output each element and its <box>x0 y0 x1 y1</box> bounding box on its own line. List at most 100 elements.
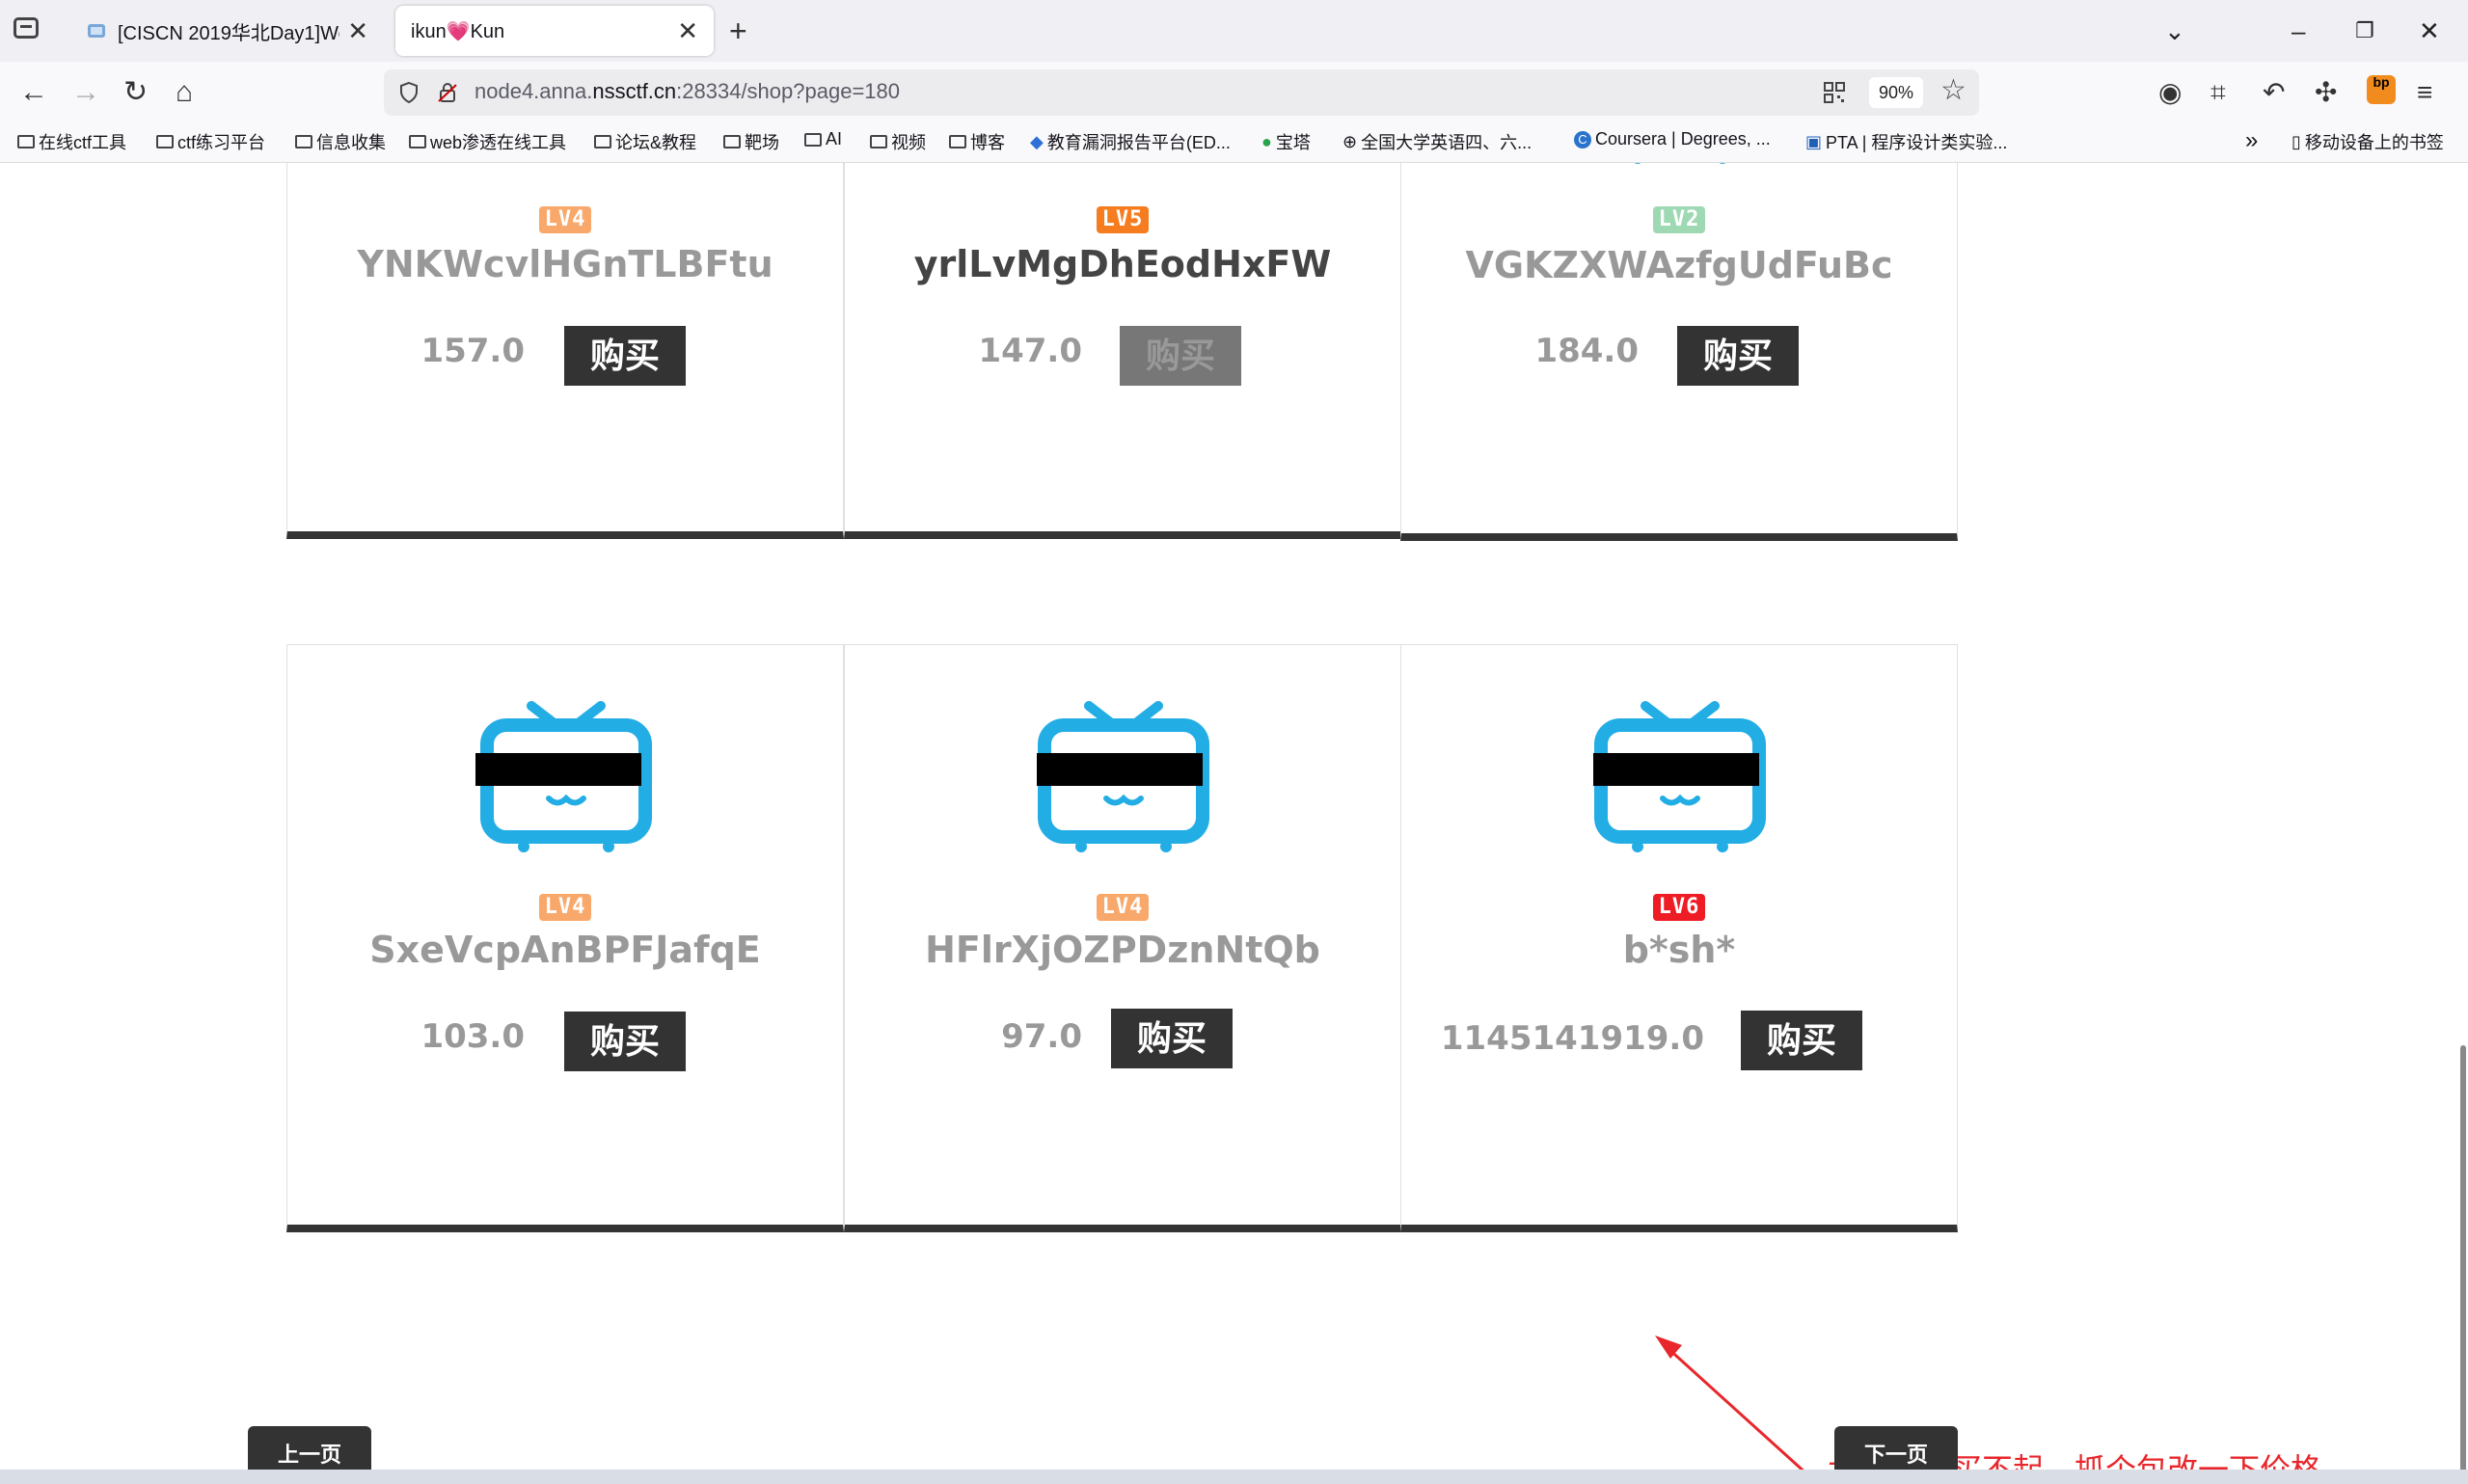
product-card: LV4 HFlrXjOZPDznNtQb 97.0 购买 <box>844 644 1401 1232</box>
scrollbar[interactable] <box>2460 1045 2466 1470</box>
globe-icon: ⊕ <box>1342 131 1358 151</box>
annotation-arrow <box>1655 1336 1804 1470</box>
level-badge: LV4 <box>538 894 592 921</box>
product-card: LV2 VGKZXWAzfgUdFuBc 184.0 购买 <box>1400 163 1958 541</box>
more-bookmarks-icon[interactable]: » <box>2245 127 2258 154</box>
buy-button[interactable]: 购买 <box>1677 326 1799 386</box>
bookmark-folder[interactable]: 视频 <box>870 129 926 154</box>
tv-icon <box>1591 163 1769 166</box>
buy-button[interactable]: 购买 <box>1120 326 1241 386</box>
close-tab-icon[interactable]: ✕ <box>677 16 698 46</box>
tab-ciscn[interactable]: [CISCN 2019华北Day1]Web2 ✕ <box>69 6 384 56</box>
level-badge: LV2 <box>1652 206 1706 233</box>
address-bar[interactable]: node4.anna.nssctf.cn:28334/shop?page=180… <box>384 69 1979 116</box>
next-page-button[interactable]: 下一页 <box>1834 1426 1958 1470</box>
tab-bar: [CISCN 2019华北Day1]Web2 ✕ ikun💗Kun ✕ + ⌄ … <box>0 0 2468 62</box>
home-icon[interactable]: ⌂ <box>176 73 193 112</box>
folder-icon <box>409 135 426 148</box>
product-card: LV4 SxeVcpAnBPFJafqE 103.0 购买 <box>286 644 844 1232</box>
screenshot-icon[interactable]: ⌗ <box>2210 73 2226 112</box>
bookmarks-bar: 在线ctf工具 ctf练习平台 信息收集 web渗透在线工具 论坛&教程 靶场 … <box>0 123 2468 163</box>
bookmark-folder[interactable]: 在线ctf工具 <box>17 129 126 154</box>
restore-icon[interactable]: ❐ <box>2355 13 2374 48</box>
product-price: 1145141919.0 <box>1440 1019 1704 1058</box>
buy-button[interactable]: 购买 <box>564 326 686 386</box>
shop-page: LV4 YNKWcvlHGnTLBFtu 157.0 购买 LV5 yrlLvM… <box>0 163 2468 1470</box>
qr-code-icon[interactable] <box>1823 81 1846 104</box>
product-card: LV5 yrlLvMgDhEodHxFW 147.0 购买 <box>844 163 1401 539</box>
pta-icon: ▣ <box>1805 131 1823 151</box>
bird-icon: ◆ <box>1030 131 1044 151</box>
level-badge: LV4 <box>538 206 592 233</box>
buy-button[interactable]: 购买 <box>564 1012 686 1071</box>
mobile-icon: ▯ <box>2292 131 2301 151</box>
chevron-down-icon[interactable]: ⌄ <box>2164 13 2185 48</box>
bookmark-link[interactable]: ◆ 教育漏洞报告平台(ED... <box>1030 129 1231 154</box>
level-badge: LV6 <box>1652 894 1706 921</box>
account-icon[interactable]: ◉ <box>2158 73 2182 112</box>
coursera-icon: C <box>1574 130 1591 148</box>
globe-icon <box>88 24 105 38</box>
new-tab-icon[interactable]: + <box>729 13 747 48</box>
censor-bar <box>1037 753 1203 786</box>
window-bottom-edge <box>0 1470 2468 1484</box>
bookmark-link[interactable]: ● 宝塔 <box>1261 129 1311 154</box>
burp-proxy-icon[interactable]: bp <box>2367 75 2396 104</box>
baota-icon: ● <box>1261 131 1272 151</box>
tab-ikun[interactable]: ikun💗Kun ✕ <box>395 6 714 56</box>
folder-icon <box>17 135 35 148</box>
insecure-lock-icon[interactable] <box>436 81 459 104</box>
tab-list-icon[interactable] <box>14 17 39 39</box>
bookmark-folder[interactable]: 信息收集 <box>295 129 386 154</box>
zoom-level[interactable]: 90% <box>1869 77 1923 108</box>
tv-icon <box>1035 163 1212 164</box>
level-badge: LV4 <box>1096 894 1150 921</box>
folder-icon <box>594 135 611 148</box>
folder-icon <box>295 135 312 148</box>
product-price: 147.0 <box>978 332 1082 370</box>
menu-icon[interactable]: ≡ <box>2417 73 2432 112</box>
undo-icon[interactable]: ↶ <box>2263 73 2285 112</box>
folder-icon <box>804 132 822 147</box>
url-text: node4.anna.nssctf.cn:28334/shop?page=180 <box>475 79 900 103</box>
forward-icon[interactable]: → <box>71 73 100 112</box>
bookmark-star-icon[interactable]: ☆ <box>1940 73 1966 107</box>
reload-icon[interactable]: ↻ <box>123 73 148 112</box>
product-name: VGKZXWAzfgUdFuBc <box>1465 244 1893 286</box>
tv-icon <box>1035 700 1212 854</box>
navigation-bar: ← → ↻ ⌂ node4.anna.nssctf.cn:28334/shop?… <box>0 62 2468 123</box>
product-name: HFlrXjOZPDznNtQb <box>925 929 1320 971</box>
bookmark-folder[interactable]: 博客 <box>949 129 1005 154</box>
mobile-bookmarks[interactable]: ▯ 移动设备上的书签 <box>2292 129 2444 154</box>
bookmark-link[interactable]: C Coursera | Degrees, ... <box>1574 129 1771 149</box>
back-icon[interactable]: ← <box>19 73 48 112</box>
folder-icon <box>949 135 966 148</box>
product-price: 157.0 <box>420 332 525 370</box>
tv-icon <box>475 700 655 854</box>
tab-title: ikun💗Kun <box>411 20 505 42</box>
product-name: b*sh* <box>1622 929 1736 971</box>
bookmark-folder[interactable]: 靶场 <box>723 129 779 154</box>
minimize-icon[interactable]: – <box>2292 13 2305 48</box>
bookmark-folder[interactable]: web渗透在线工具 <box>409 129 566 154</box>
folder-icon <box>870 135 887 148</box>
product-name: SxeVcpAnBPFJafqE <box>369 929 761 971</box>
folder-icon <box>723 135 741 148</box>
product-price: 184.0 <box>1534 332 1639 370</box>
close-window-icon[interactable]: ✕ <box>2419 13 2440 48</box>
bookmark-folder[interactable]: ctf练习平台 <box>156 129 265 154</box>
bookmark-link[interactable]: ▣ PTA | 程序设计类实验... <box>1805 129 2007 154</box>
buy-button[interactable]: 购买 <box>1741 1011 1862 1070</box>
product-price: 103.0 <box>420 1017 525 1056</box>
buy-button[interactable]: 购买 <box>1111 1009 1233 1068</box>
tv-icon <box>477 163 655 164</box>
censor-bar <box>1593 753 1759 786</box>
prev-page-button[interactable]: 上一页 <box>248 1426 371 1470</box>
product-card: LV6 b*sh* 1145141919.0 购买 <box>1400 644 1958 1232</box>
shield-icon[interactable] <box>397 81 420 104</box>
bookmark-folder[interactable]: 论坛&教程 <box>594 129 696 154</box>
extensions-icon[interactable]: ✣ <box>2315 73 2337 112</box>
bookmark-folder[interactable]: AI <box>804 129 842 149</box>
bookmark-link[interactable]: ⊕ 全国大学英语四、六... <box>1342 129 1532 154</box>
close-tab-icon[interactable]: ✕ <box>347 16 368 46</box>
